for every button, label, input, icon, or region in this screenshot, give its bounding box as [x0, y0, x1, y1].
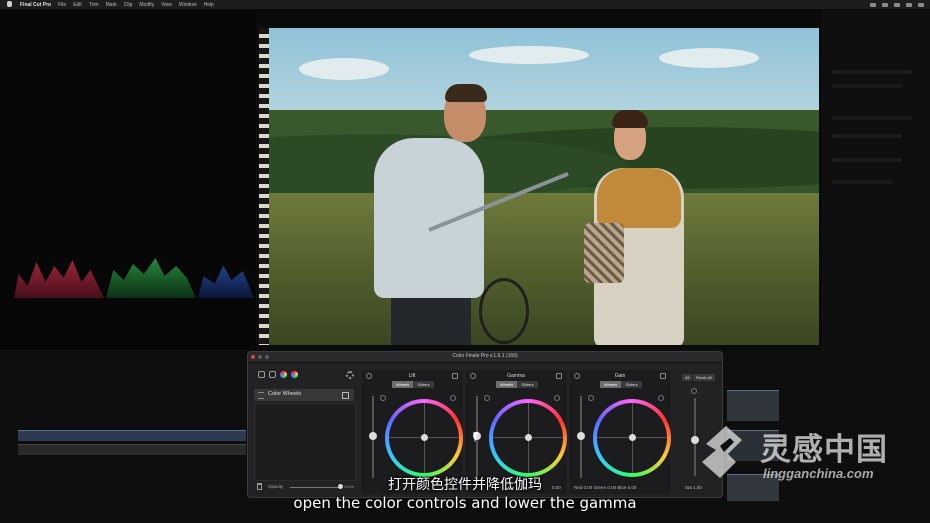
gain-wheel-puck[interactable] — [629, 434, 636, 441]
gain-picker-icon[interactable] — [660, 373, 666, 379]
viewer-woman-hair — [612, 110, 648, 128]
menu-view[interactable]: View — [161, 2, 172, 8]
gamma-luma-reset-icon[interactable] — [484, 395, 490, 401]
gain-title: Gain — [614, 373, 626, 379]
menu-edit[interactable]: Edit — [73, 2, 82, 8]
viewer-grass — [259, 192, 819, 345]
inspector-field[interactable] — [832, 70, 912, 74]
menu-app-name[interactable]: Final Cut Pro — [20, 2, 51, 8]
timeline-clip[interactable] — [18, 444, 246, 455]
gamma-picker-icon[interactable] — [556, 373, 562, 379]
tab-sliders[interactable]: Sliders — [621, 381, 642, 388]
lift-color-reset-icon[interactable] — [450, 395, 456, 401]
viewer-man-shirt — [374, 138, 484, 298]
menu-help[interactable]: Help — [204, 2, 214, 8]
lift-luma-reset-icon[interactable] — [380, 395, 386, 401]
battery-icon[interactable] — [894, 2, 900, 7]
layer-name: Color Wheels — [268, 391, 302, 397]
menu-window[interactable]: Window — [179, 2, 197, 8]
all-button[interactable]: All — [682, 374, 693, 381]
watermark-brand: 灵感中国 — [760, 432, 888, 468]
lift-picker-icon[interactable] — [452, 373, 458, 379]
viewer-woman-cardigan — [597, 168, 681, 228]
gain-tabs: Wheels Sliders — [600, 381, 642, 388]
lift-luma-knob[interactable] — [369, 432, 377, 440]
wifi-icon[interactable] — [882, 2, 888, 7]
layers-icon[interactable] — [258, 371, 265, 378]
viewer-trees — [259, 110, 819, 206]
inspector-panel — [822, 10, 930, 350]
viewer-cloud — [659, 48, 759, 68]
gain-luma-knob[interactable] — [577, 432, 585, 440]
lift-wheel-puck[interactable] — [421, 434, 428, 441]
viewer-plaid-bag — [584, 223, 624, 283]
inspector-field[interactable] — [832, 180, 892, 184]
inspector-field[interactable] — [832, 134, 902, 138]
viewer-cloud — [299, 58, 389, 80]
window-title: Color Finale Pro v.1.6.1 (169) — [452, 353, 518, 359]
lift-title: Lift — [408, 373, 416, 379]
viewer-frame[interactable] — [259, 28, 819, 345]
color-wheels-icon[interactable] — [280, 371, 287, 378]
film-strip-edge — [259, 28, 269, 345]
browser-thumbnail[interactable] — [727, 390, 779, 421]
curves-icon[interactable] — [269, 371, 276, 378]
sat-reset-icon[interactable] — [691, 388, 697, 394]
color-picker-icon[interactable] — [291, 371, 298, 378]
gamma-wheel-puck[interactable] — [525, 434, 532, 441]
menu-list-icon[interactable] — [918, 2, 924, 7]
inspector-field[interactable] — [832, 84, 902, 88]
scope-blue-trace — [198, 265, 254, 298]
gain-color-reset-icon[interactable] — [658, 395, 664, 401]
menu-extras — [870, 0, 924, 9]
tab-sliders[interactable]: Sliders — [517, 381, 538, 388]
scope-green-trace — [106, 258, 196, 298]
viewer-cloud — [469, 46, 589, 64]
menu-modify[interactable]: Modify — [139, 2, 154, 8]
gain-luma-reset-icon[interactable] — [588, 395, 594, 401]
tab-sliders[interactable]: Sliders — [413, 381, 434, 388]
apple-icon[interactable] — [7, 1, 12, 7]
layer-item-color-wheels[interactable]: Color Wheels — [254, 389, 354, 401]
reset-all-button[interactable]: Reset All — [693, 374, 715, 381]
layer-enable-checkbox[interactable] — [342, 392, 349, 399]
gamma-title: Gamma — [507, 373, 525, 379]
inspector-field[interactable] — [832, 158, 902, 162]
menu-mark[interactable]: Mark — [106, 2, 117, 8]
search-icon[interactable] — [906, 2, 912, 7]
tab-wheels[interactable]: Wheels — [600, 381, 621, 388]
status-icon[interactable] — [870, 2, 876, 7]
subtitle-chinese: 打开颜色控件并降低伽玛 — [388, 477, 542, 493]
layer-tool-icons — [258, 371, 298, 378]
timeline-clip[interactable] — [18, 430, 246, 441]
menu-trim[interactable]: Trim — [89, 2, 99, 8]
menu-file[interactable]: File — [58, 2, 66, 8]
drag-handle-icon[interactable] — [258, 392, 264, 399]
lift-tabs: Wheels Sliders — [392, 381, 434, 388]
tab-wheels[interactable]: Wheels — [496, 381, 517, 388]
inspector-field[interactable] — [832, 116, 912, 120]
viewer-bicycle-wheel — [479, 278, 529, 344]
gamma-tabs: Wheels Sliders — [496, 381, 538, 388]
window-titlebar[interactable]: Color Finale Pro v.1.6.1 (169) — [248, 352, 722, 363]
layer-list — [254, 403, 356, 481]
gear-icon[interactable] — [346, 371, 354, 379]
scope-red-trace — [14, 260, 104, 298]
subtitle-english: open the color controls and lower the ga… — [293, 494, 637, 512]
tab-wheels[interactable]: Wheels — [392, 381, 413, 388]
video-scopes-panel — [0, 10, 256, 350]
watermark-logo-icon — [702, 426, 742, 478]
gamma-color-reset-icon[interactable] — [554, 395, 560, 401]
menu-clip[interactable]: Clip — [124, 2, 133, 8]
menu-bar: Final Cut Pro File Edit Trim Mark Clip M… — [0, 0, 930, 9]
viewer-man-hair — [445, 84, 487, 102]
